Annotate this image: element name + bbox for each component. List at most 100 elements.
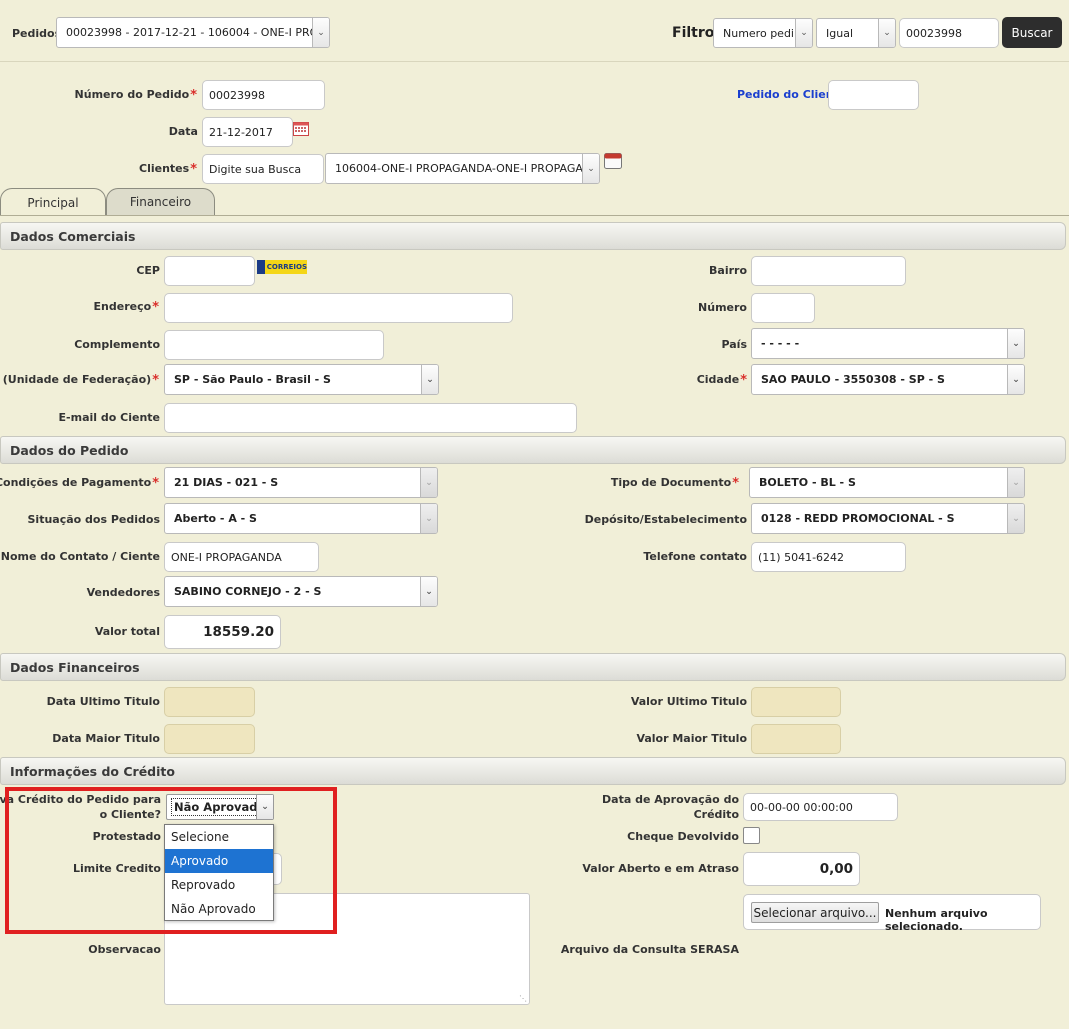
vendedores-value: SABINO CORNEJO - 2 - S [174,585,322,598]
aprova-credito-value: Não Aprovado [171,798,269,816]
aprova-credito-dropdown[interactable]: Selecione Aprovado Reprovado Não Aprovad… [164,824,274,921]
client-card-icon[interactable] [604,152,622,169]
chevron-down-icon: ⌄ [1007,365,1024,394]
correios-logo[interactable]: CORREIOS [257,260,307,274]
limite-credito-label: Limite Credito [73,862,161,875]
aprova-credito-select[interactable]: Não Aprovado ⌄ [166,794,274,820]
valor-total-input[interactable]: 18559.20 [164,615,281,649]
uf-label: UF (Unidade de Federação)* [0,373,159,388]
numero-pedido-label: Número do Pedido* [74,88,197,103]
filtro-field-select[interactable]: Numero pedi ⌄ [713,18,813,48]
email-label: E-mail do Ciente [58,411,160,424]
situacao-pedidos-label: Situação dos Pedidos [27,513,161,526]
condicoes-pagamento-select[interactable]: 21 DIAS - 021 - S ⌄ [164,467,438,498]
data-aprovacao-label: Data de Aprovação do Crédito [602,793,739,821]
option-selecione[interactable]: Selecione [165,825,273,849]
data-aprovacao-input[interactable]: 00-00-00 00:00:00 [743,793,898,821]
bairro-input[interactable] [751,256,906,286]
chevron-down-icon: ⌄ [421,365,438,394]
chevron-down-icon: ⌄ [1007,504,1024,533]
valor-total-label: Valor total [94,625,160,638]
data-label: Data [168,125,198,138]
tipo-documento-select[interactable]: BOLETO - BL - S ⌄ [749,467,1025,498]
chevron-down-icon: ⌄ [420,468,437,497]
chevron-down-icon: ⌄ [1007,468,1024,497]
clientes-label: Clientes* [139,162,197,177]
filtro-value-text: 00023998 [906,26,962,40]
clientes-select-value: 106004-ONE-I PROPAGANDA-ONE-I PROPAGAND [335,162,600,175]
chevron-down-icon: ⌄ [878,19,895,47]
pedido-cliente-input[interactable] [828,80,919,110]
cidade-label: Cidade* [696,373,747,388]
numero-input[interactable] [751,293,815,323]
selecionar-arquivo-button[interactable]: Selecionar arquivo... [751,902,879,923]
pais-select[interactable]: - - - - - ⌄ [751,328,1025,359]
data-input[interactable]: 21-12-2017 [202,117,293,147]
cep-label: CEP [136,264,160,277]
numero-pedido-input[interactable]: 00023998 [202,80,325,110]
valor-maior-titulo-label: Valor Maior Titulo [636,732,747,745]
data-maior-titulo-label: Data Maior Titulo [52,732,160,745]
data-ultimo-titulo-input [164,687,255,717]
tab-principal[interactable]: Principal [0,188,106,216]
chevron-down-icon: ⌄ [256,795,273,819]
valor-ultimo-titulo-input [751,687,841,717]
complemento-input[interactable] [164,330,384,360]
aprova-credito-label: Aprova Crédito do Pedido para o Cliente? [0,793,161,821]
filtro-operator-value: Igual [826,26,853,40]
pedidos-select[interactable]: 00023998 - 2017-12-21 - 106004 - ONE-I P… [56,17,330,48]
numero-label: Número [698,301,747,314]
observacao-label: Observacao [88,943,161,956]
uf-select-value: SP - São Paulo - Brasil - S [174,373,331,386]
uf-select[interactable]: SP - São Paulo - Brasil - S ⌄ [164,364,439,395]
tipo-documento-label: Tipo de Documento* [610,476,739,491]
cidade-select-value: SAO PAULO - 3550308 - SP - S [761,373,945,386]
vendedores-select[interactable]: SABINO CORNEJO - 2 - S ⌄ [164,576,438,607]
section-dados-pedido: Dados do Pedido [0,436,1066,464]
cep-input[interactable] [164,256,255,286]
deposito-label: Depósito/Estabelecimento [584,513,747,526]
tab-financeiro[interactable]: Financeiro [106,188,215,215]
chevron-down-icon: ⌄ [1007,329,1024,358]
pedidos-label: Pedidos [12,27,62,40]
option-reprovado[interactable]: Reprovado [165,873,273,897]
section-informacoes-credito: Informações do Crédito [0,757,1066,785]
complemento-label: Complemento [74,338,160,351]
data-maior-titulo-input [164,724,255,754]
cheque-devolvido-checkbox[interactable] [743,827,760,844]
buscar-button[interactable]: Buscar [1002,17,1062,48]
data-ultimo-titulo-label: Data Ultimo Titulo [46,695,160,708]
deposito-select[interactable]: 0128 - REDD PROMOCIONAL - S ⌄ [751,503,1025,534]
clientes-select[interactable]: 106004-ONE-I PROPAGANDA-ONE-I PROPAGAND … [325,153,600,184]
tipo-documento-value: BOLETO - BL - S [759,476,856,489]
chevron-down-icon: ⌄ [582,154,599,183]
endereco-input[interactable] [164,293,513,323]
chevron-down-icon: ⌄ [795,19,812,47]
clientes-search-input[interactable]: Digite sua Busca [202,154,324,184]
topbar-divider [0,61,1069,62]
filtro-value-input[interactable]: 00023998 [899,18,999,48]
condicoes-pagamento-value: 21 DIAS - 021 - S [174,476,279,489]
chevron-down-icon: ⌄ [420,504,437,533]
tabs-divider [0,215,1069,216]
telefone-contato-input[interactable]: (11) 5041-6242 [751,542,906,572]
cidade-select[interactable]: SAO PAULO - 3550308 - SP - S ⌄ [751,364,1025,395]
filtro-field-value: Numero pedi [723,26,794,40]
chevron-down-icon: ⌄ [420,577,437,606]
calendar-icon[interactable] [293,121,309,136]
email-input[interactable] [164,403,577,433]
bairro-label: Bairro [709,264,747,277]
option-aprovado[interactable]: Aprovado [165,849,273,873]
nome-contato-input[interactable]: ONE-I PROPAGANDA [164,542,319,572]
endereco-label: Endereço* [93,300,159,315]
valor-aberto-input[interactable]: 0,00 [743,852,860,886]
option-nao-aprovado[interactable]: Não Aprovado [165,897,273,921]
resize-handle-icon[interactable]: ⋱ [519,994,527,1003]
protestado-label: Protestado [92,830,161,843]
chevron-down-icon: ⌄ [312,18,329,47]
filtro-operator-select[interactable]: Igual ⌄ [816,18,896,48]
cheque-devolvido-label: Cheque Devolvido [627,830,739,843]
situacao-pedidos-select[interactable]: Aberto - A - S ⌄ [164,503,438,534]
deposito-value: 0128 - REDD PROMOCIONAL - S [761,512,955,525]
condicoes-pagamento-label: Condições de Pagamento* [0,476,159,491]
